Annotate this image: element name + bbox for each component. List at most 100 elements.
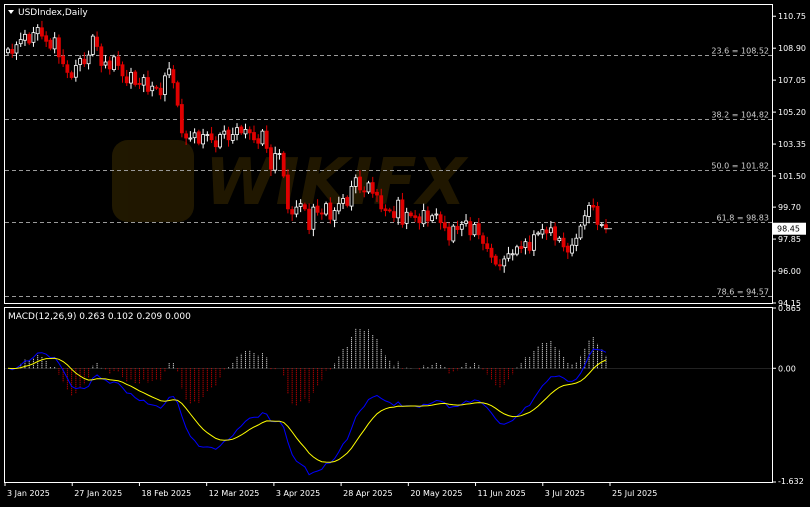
candle [506, 246, 511, 262]
candle-body [171, 69, 176, 84]
candle-body [383, 208, 388, 211]
candle [527, 235, 532, 254]
candle [137, 77, 142, 89]
candle-body [451, 225, 456, 242]
candle-body [515, 246, 519, 255]
candle [107, 56, 112, 75]
candle [175, 80, 180, 108]
candle [565, 242, 570, 259]
candle-body [239, 126, 244, 134]
candle [82, 52, 87, 68]
candle [587, 202, 591, 224]
candle [35, 24, 40, 41]
candle-body [56, 37, 61, 58]
price-tick-label: 108.90 [778, 44, 806, 53]
price-tick-label: 103.35 [778, 140, 806, 149]
candle-body [290, 209, 295, 215]
candle-body [146, 77, 150, 92]
candle-body [519, 246, 524, 249]
candle-body [52, 37, 57, 50]
candle [90, 34, 95, 57]
candle-body [235, 127, 239, 135]
candle [485, 236, 490, 252]
candle-body [472, 223, 477, 236]
candle-body [396, 199, 401, 219]
candle-body [179, 104, 184, 134]
candle [595, 201, 600, 231]
candle-body [370, 182, 375, 194]
candle [163, 72, 167, 102]
candle [476, 218, 481, 240]
candle-body [557, 237, 562, 242]
candle-body [48, 39, 53, 49]
candle-body [243, 128, 248, 135]
candle-body [90, 35, 95, 55]
candle [196, 129, 201, 146]
candle-body [502, 258, 507, 267]
candle-body [336, 203, 341, 212]
candle-body [362, 190, 367, 193]
price-tick-label: 96.00 [778, 267, 801, 276]
symbol-title[interactable]: USDIndex,Daily [8, 8, 88, 18]
candle-body [167, 68, 172, 76]
candle [31, 26, 36, 47]
candle [205, 131, 210, 142]
candle-body [294, 206, 299, 215]
candle-body [392, 211, 396, 218]
candle-body [247, 129, 252, 134]
time-tick-label: 3 Jul 2025 [545, 489, 585, 498]
candle-body [213, 140, 218, 148]
time-tick-label: 3 Jan 2025 [7, 489, 50, 498]
candle [146, 70, 150, 95]
candle [120, 61, 125, 83]
candle-body [226, 129, 231, 141]
candle-body [184, 133, 189, 139]
candle-body [587, 204, 591, 217]
time-tick-label: 11 Jun 2025 [478, 489, 526, 498]
candle [56, 34, 61, 64]
candle-body [544, 229, 549, 234]
candle-body [252, 132, 256, 141]
candle [502, 255, 507, 273]
macd-panel-frame [4, 307, 773, 483]
wikifx-logo-icon [112, 140, 194, 222]
candle [52, 32, 57, 54]
candle-body [319, 212, 324, 215]
candle [150, 81, 155, 97]
macd-indicator [5, 328, 772, 476]
candle [544, 226, 549, 240]
candle-body [107, 60, 112, 70]
watermark-text: WIKIFX [205, 146, 469, 220]
candle [40, 20, 44, 40]
candle-body [209, 133, 214, 141]
candle [23, 29, 27, 46]
candle-body [264, 130, 269, 149]
fib-level-label: 61.8 = 98.83 [716, 214, 769, 223]
candle [519, 240, 524, 254]
candle-body [31, 32, 36, 43]
fib-level-label: 23.6 = 108.52 [711, 47, 769, 56]
candle [510, 249, 515, 261]
candle [591, 198, 596, 211]
candle-body [133, 71, 138, 85]
candle-body [73, 65, 78, 78]
candle-body [358, 176, 362, 191]
candle [570, 238, 574, 257]
candle-body [353, 177, 358, 187]
candle-body [345, 197, 350, 206]
candle-body [409, 212, 413, 217]
candle-body [476, 223, 481, 236]
candle [65, 60, 70, 79]
candle-body [277, 153, 282, 155]
candle-body [540, 229, 545, 235]
fib-level-label: 50.0 = 101.82 [711, 162, 769, 171]
candle [141, 74, 146, 93]
candle-body [141, 77, 146, 86]
candle-body [281, 152, 286, 177]
candle [171, 65, 176, 89]
candle [192, 128, 197, 144]
collapse-triangle-icon[interactable] [8, 10, 14, 14]
candle-body [150, 85, 155, 92]
price-tick-label: 110.75 [778, 12, 806, 21]
price-tick-label: 107.05 [778, 76, 806, 85]
